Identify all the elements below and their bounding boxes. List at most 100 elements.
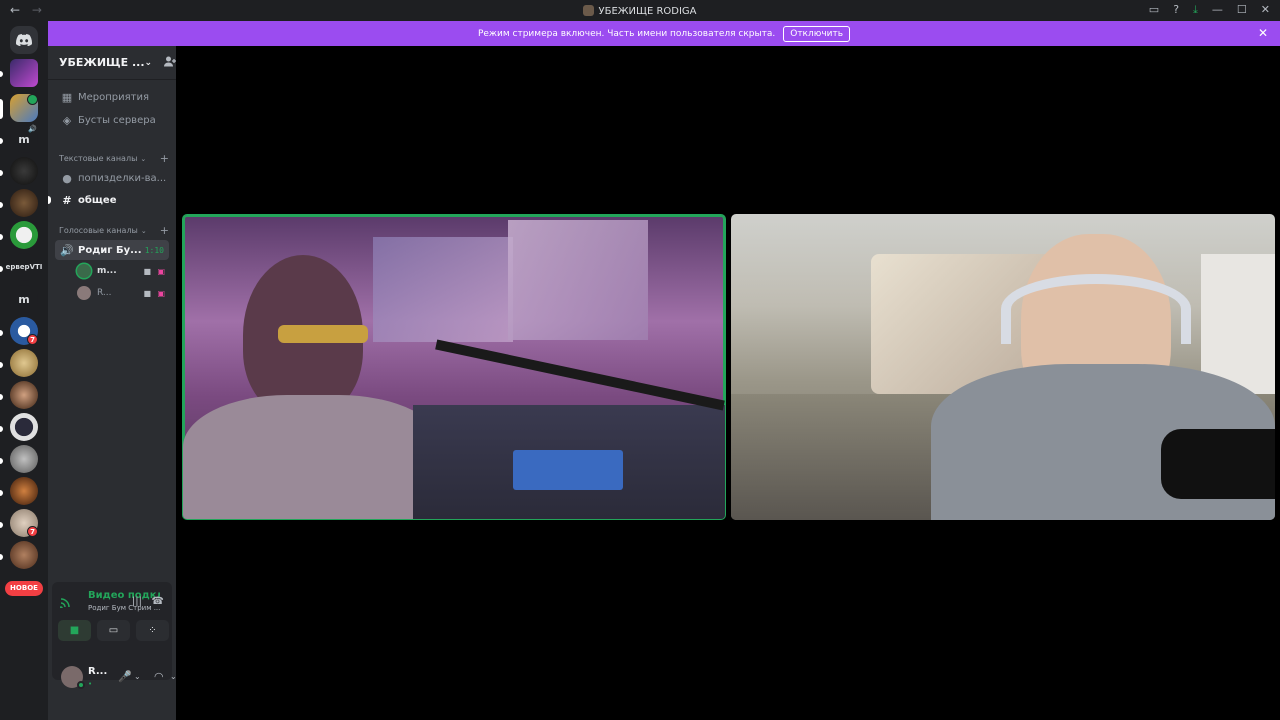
mention-badge: 7	[27, 334, 38, 345]
server-icon-emblem[interactable]	[10, 189, 38, 217]
channel-label: общее	[78, 194, 117, 206]
voice-status-text[interactable]: Видео подклю	[88, 590, 160, 601]
server-icon-grey[interactable]	[10, 445, 38, 473]
headphones-icon[interactable]: ◠	[154, 670, 164, 683]
video-tile-2[interactable]	[731, 214, 1275, 520]
window-controls: ▭ ? ⤓ — ☐ ✕	[1149, 3, 1270, 17]
camera-icon: ■	[143, 288, 151, 298]
server-unread-pill	[0, 170, 3, 176]
live-stream-icon: ▣	[157, 266, 165, 276]
discord-home-icon[interactable]	[10, 26, 38, 54]
help-icon[interactable]: ?	[1173, 3, 1179, 17]
server-icon-nocross[interactable]	[10, 413, 38, 441]
voice-channel-subtitle[interactable]: Родиг Бум Стрим ...	[88, 604, 160, 612]
screen-share-icon: ▭	[108, 625, 119, 636]
projected-screen	[508, 220, 648, 340]
window-titlebar: ← → УБЕЖИЩЕ RODIGA ▭ ? ⤓ — ☐ ✕	[0, 0, 1280, 21]
text-channels-category[interactable]: Текстовые каналы ⌄ +	[59, 152, 169, 165]
minimize-icon[interactable]: —	[1212, 3, 1223, 17]
online-status-icon	[77, 681, 85, 689]
banner-close-icon[interactable]: ✕	[1258, 26, 1268, 40]
inbox-icon[interactable]: ▭	[1149, 3, 1159, 17]
guild-name: УБЕЖИЩЕ ...	[59, 56, 145, 69]
channel-item-text-1[interactable]: ● попизделки-ва...	[55, 168, 169, 188]
server-icon-boost[interactable]	[10, 59, 38, 87]
channel-sidebar: УБЕЖИЩЕ ... ⌄ ▦ Мероприятия ◈ Бусты серв…	[48, 46, 176, 720]
discord-logo-icon	[16, 34, 32, 46]
server-unread-pill	[0, 394, 3, 400]
server-icon-hood[interactable]	[10, 157, 38, 185]
server-boosts-item[interactable]: ◈ Бусты сервера	[55, 110, 169, 130]
blue-device	[513, 450, 623, 490]
voice-status: Видео подклю Родиг Бум Стрим ... ||| ☎	[59, 588, 164, 618]
video-call-area	[176, 46, 1280, 720]
microphone-icon[interactable]: 🎤	[118, 670, 132, 683]
voice-channel-item[interactable]: 🔊 Родиг Бу... 1:10	[55, 240, 169, 260]
server-unread-pill	[0, 426, 3, 432]
server-list: m 🔊 ерверVTI m 7 7 НОВОЕ	[0, 21, 48, 720]
window-title: УБЕЖИЩЕ RODIGA	[598, 6, 697, 17]
channel-label: попизделки-ва...	[78, 172, 167, 184]
server-icon-leopard[interactable]	[10, 349, 38, 377]
video-tile-1[interactable]	[182, 214, 726, 520]
chevron-down-icon: ⌄	[144, 57, 153, 68]
server-unread-pill	[0, 330, 3, 336]
server-unread-pill	[0, 490, 3, 496]
server-icon-face[interactable]	[10, 381, 38, 409]
screen-share-button[interactable]: ▭	[97, 620, 130, 641]
mention-badge: 7	[27, 526, 38, 537]
close-window-icon[interactable]: ✕	[1261, 3, 1270, 17]
voice-channels-category[interactable]: Голосовые каналы ⌄ +	[59, 224, 169, 237]
server-icon-person[interactable]	[10, 541, 38, 569]
user-name[interactable]: R...	[88, 666, 107, 677]
server-icon-m2[interactable]: m	[10, 285, 38, 313]
disable-streamer-mode-button[interactable]: Отключить	[783, 25, 851, 42]
activities-button[interactable]: ⁘	[136, 620, 169, 641]
maximize-icon[interactable]: ☐	[1237, 3, 1247, 17]
category-label: Голосовые каналы	[59, 226, 138, 235]
avatar	[77, 264, 91, 278]
guild-header[interactable]: УБЕЖИЩЕ ... ⌄	[48, 46, 176, 80]
voice-timer: 1:10	[144, 245, 164, 255]
server-unread-pill	[0, 554, 3, 560]
server-unread-pill	[0, 202, 3, 208]
person-add-icon[interactable]	[164, 56, 176, 70]
noise-suppression-icon[interactable]: |||	[132, 596, 142, 607]
chevron-down-icon[interactable]: ⌄	[134, 672, 141, 681]
voice-action-buttons: ■ ▭ ⁘ ♪	[58, 620, 176, 641]
boost-gem-icon: ◈	[62, 113, 72, 127]
chevron-down-icon: ⌄	[140, 226, 147, 235]
glasses	[278, 325, 368, 343]
server-icon-orange[interactable]	[10, 477, 38, 505]
add-channel-icon[interactable]: +	[160, 152, 169, 165]
camera-icon: ■	[143, 266, 151, 276]
person-body	[183, 395, 443, 519]
server-unread-pill	[0, 71, 3, 77]
calendar-icon: ▦	[61, 90, 73, 104]
avatar	[77, 286, 91, 300]
new-unreads-pill[interactable]: НОВОЕ	[5, 581, 43, 596]
user-panel: R... • 🎤 ⌄ ◠ ⌄ ⚙	[48, 654, 176, 700]
camera-button[interactable]: ■	[58, 620, 91, 641]
threads-icon: ●	[62, 171, 72, 185]
live-stream-icon: ▣	[157, 288, 165, 298]
add-channel-icon[interactable]: +	[160, 224, 169, 237]
channel-item-general[interactable]: # общее	[55, 190, 169, 210]
download-icon[interactable]: ⤓	[1193, 3, 1198, 17]
camera-icon: ■	[69, 625, 80, 636]
voice-user-1[interactable]: m... ■ ▣	[77, 262, 169, 280]
headphones	[1001, 274, 1191, 344]
streamer-mode-banner: Режим стримера включен. Часть имени поль…	[48, 21, 1280, 46]
server-unread-pill	[0, 138, 3, 144]
voice-user-2[interactable]: R... ■ ▣	[77, 284, 169, 302]
server-icon-panda[interactable]	[10, 221, 38, 249]
server-selected-pill	[0, 99, 3, 119]
events-item[interactable]: ▦ Мероприятия	[55, 87, 169, 107]
server-unread-pill	[0, 234, 3, 240]
server-unread-pill	[0, 362, 3, 368]
server-icon-ipe[interactable]: ерверVTI	[6, 253, 42, 281]
disconnect-icon[interactable]: ☎	[152, 596, 164, 607]
mic-arm	[435, 339, 725, 411]
unread-indicator	[48, 196, 51, 204]
boosts-label: Бусты сервера	[78, 114, 156, 126]
